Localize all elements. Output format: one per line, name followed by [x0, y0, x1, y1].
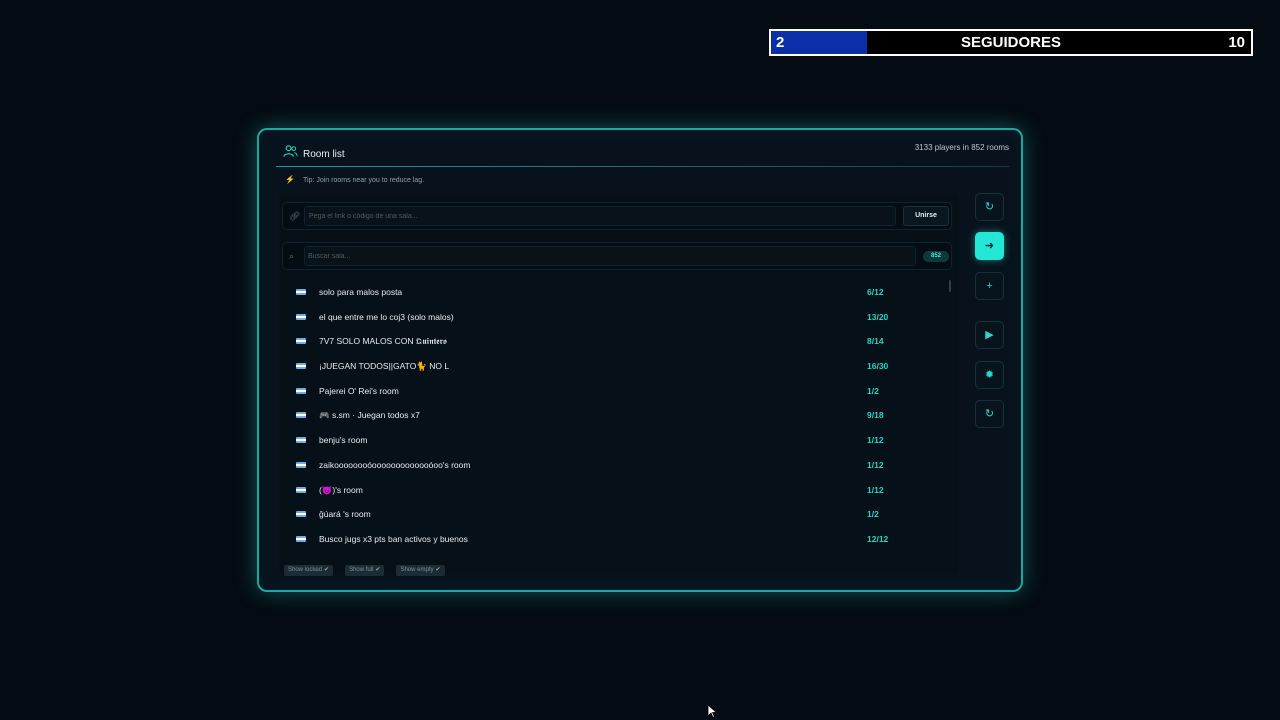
- room-row[interactable]: (😈)'s room 1/12: [279, 478, 945, 503]
- search-row: ⌕ 852: [282, 242, 952, 270]
- room-player-count: 1/2: [867, 509, 879, 520]
- refresh-icon: ↻: [984, 408, 995, 420]
- room-name: Pajerei O' Rei's room: [319, 385, 399, 396]
- room-player-count: 8/14: [867, 336, 884, 347]
- room-player-count: 1/12: [867, 459, 884, 470]
- argentina-flag-icon: [296, 511, 306, 518]
- argentina-flag-icon: [296, 289, 306, 295]
- check-icon: ✔: [324, 567, 330, 573]
- room-list-panel: Room list 3133 players in 852 rooms ⚡ Ti…: [257, 128, 1023, 592]
- argentina-flag-icon: [296, 486, 306, 493]
- room-row[interactable]: 🎮 s.sm · Juegan todos x7 9/18: [279, 403, 945, 428]
- room-player-count: 12/12: [867, 533, 889, 544]
- room-row[interactable]: Pajerei O' Rei's room 1/2: [279, 379, 945, 404]
- room-name: Busco jugs x3 pts ban activos y buenos: [319, 533, 468, 544]
- argentina-flag-icon: [296, 387, 306, 394]
- room-row[interactable]: ğúará 's room 1/2: [279, 502, 945, 527]
- room-row[interactable]: zaikoooooooóooooooooooooóoo's room 1/12: [279, 453, 945, 478]
- room-name: benju's room: [319, 435, 368, 446]
- mouse-cursor-icon: [707, 704, 717, 718]
- room-name: (😈)'s room: [319, 484, 363, 495]
- room-player-count: 13/20: [867, 311, 889, 322]
- room-name: zaikoooooooóooooooooooooóoo's room: [319, 459, 471, 470]
- room-row[interactable]: Busco jugs x3 pts ban activos y buenos 12…: [279, 527, 945, 544]
- room-row[interactable]: el que entre me lo coj3 (solo malos) 13/2…: [279, 305, 945, 330]
- settings-button[interactable]: ✹: [975, 361, 1004, 389]
- room-count-badge: 852: [923, 251, 949, 262]
- check-icon: ✔: [375, 567, 381, 573]
- room-name: 7V7 SOLO MALOS CON 𝕼𝖚𝖎𝖓𝖙𝖊𝖗𝖔: [319, 336, 447, 347]
- join-link-button[interactable]: Unirse: [903, 206, 949, 226]
- room-name: el que entre me lo coj3 (solo malos): [319, 311, 454, 322]
- room-row[interactable]: solo para malos posta 6/12: [279, 280, 945, 305]
- refresh-button[interactable]: ↻: [975, 193, 1004, 221]
- followers-goal: 10: [1228, 34, 1245, 51]
- users-icon: [283, 145, 298, 157]
- room-player-count: 6/12: [867, 287, 884, 297]
- play-icon: ▶: [985, 329, 994, 341]
- filter-toggle[interactable]: Show empty ✔: [396, 565, 445, 576]
- room-row[interactable]: benju's room 1/12: [279, 428, 945, 453]
- room-player-count: 9/18: [867, 410, 884, 421]
- followers-current: 2: [776, 34, 785, 51]
- argentina-flag-icon: [296, 313, 306, 320]
- header-divider: [276, 166, 1009, 167]
- reload-button[interactable]: ↻: [975, 400, 1004, 428]
- players-summary: 3133 players in 852 rooms: [914, 143, 1009, 152]
- search-icon: ⌕: [289, 251, 295, 261]
- room-link-input[interactable]: [304, 206, 896, 226]
- room-player-count: 16/30: [867, 361, 889, 372]
- argentina-flag-icon: [296, 535, 306, 542]
- tip-text: Tip: Join rooms near you to reduce lag.: [303, 177, 425, 184]
- room-search-input[interactable]: [304, 246, 916, 266]
- filter-toggle[interactable]: Show locked ✔: [284, 565, 334, 576]
- play-button[interactable]: ▶: [975, 321, 1004, 349]
- room-name: 🎮 s.sm · Juegan todos x7: [319, 410, 420, 421]
- room-list: solo para malos posta 6/12 el que entre me…: [279, 280, 945, 544]
- gear-icon: ✹: [984, 369, 995, 381]
- panel-title: Room list: [303, 149, 345, 160]
- room-row[interactable]: ¡JUEGAN TODOS||GATO🐈 NO L 16/30: [279, 354, 945, 379]
- argentina-flag-icon: [296, 437, 306, 444]
- argentina-flag-icon: [296, 338, 306, 345]
- link-icon: 🔗︎: [289, 211, 301, 221]
- lightning-icon: ⚡: [285, 175, 295, 184]
- plus-icon: +: [986, 280, 993, 292]
- room-name: ğúará 's room: [319, 509, 371, 520]
- room-player-count: 1/12: [867, 435, 884, 446]
- argentina-flag-icon: [296, 412, 306, 419]
- argentina-flag-icon: [296, 363, 306, 370]
- join-room-button[interactable]: ➜: [975, 232, 1004, 260]
- filter-toggle[interactable]: Show full ✔: [345, 565, 385, 576]
- room-row[interactable]: 7V7 SOLO MALOS CON 𝕼𝖚𝖎𝖓𝖙𝖊𝖗𝖔 8/14: [279, 329, 945, 354]
- room-player-count: 1/2: [867, 385, 879, 396]
- followers-label: SEGUIDORES: [960, 34, 1062, 51]
- check-icon: ✔: [435, 567, 441, 573]
- room-name: ¡JUEGAN TODOS||GATO🐈 NO L: [319, 361, 450, 372]
- filter-label: Show full: [349, 567, 374, 573]
- argentina-flag-icon: [296, 461, 306, 468]
- login-icon: ➜: [984, 240, 995, 252]
- refresh-icon: ↻: [984, 201, 995, 213]
- filter-label: Show empty: [400, 567, 434, 573]
- room-player-count: 1/12: [867, 484, 884, 495]
- room-list-area: 🔗︎ Unirse ⌕ 852 solo para malos posta 6/1…: [279, 193, 959, 576]
- filter-label: Show locked: [288, 567, 323, 573]
- room-name: solo para malos posta: [319, 287, 403, 297]
- filter-bar: Show locked ✔ Show full ✔ Show empty ✔: [284, 558, 457, 576]
- join-by-link-row: 🔗︎ Unirse: [282, 202, 952, 230]
- create-room-button[interactable]: +: [975, 272, 1004, 300]
- list-scrollbar[interactable]: [949, 280, 951, 292]
- followers-goal-bar: SEGUIDORES 2 10: [769, 29, 1253, 56]
